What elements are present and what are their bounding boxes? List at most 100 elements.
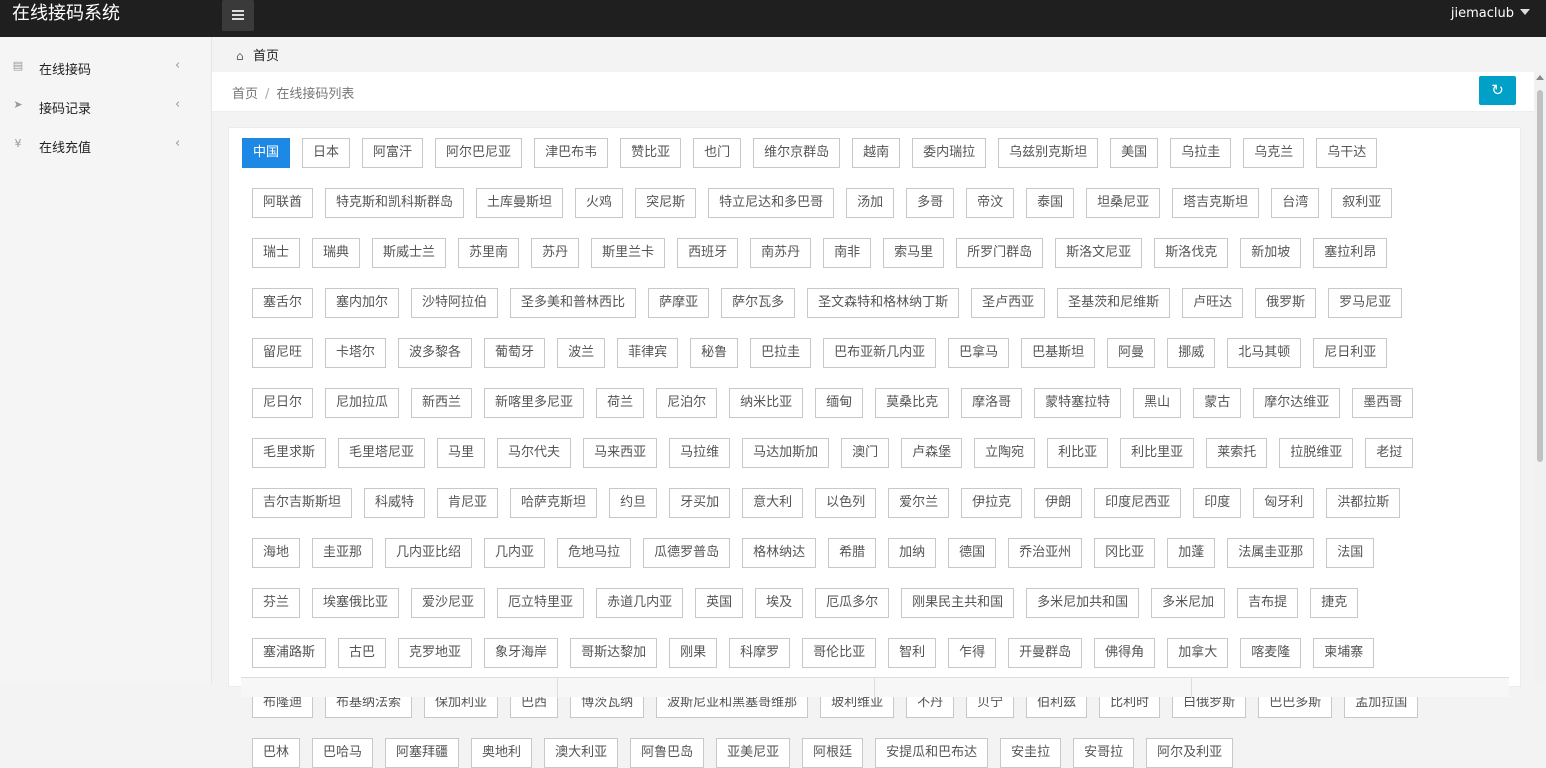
country-button[interactable]: 台湾 <box>1271 188 1320 218</box>
country-button[interactable]: 马拉维 <box>669 438 731 468</box>
country-button[interactable]: 伊拉克 <box>961 488 1023 518</box>
country-button[interactable]: 智利 <box>888 638 937 668</box>
country-button[interactable]: 圣卢西亚 <box>971 288 1046 318</box>
country-button[interactable]: 法属圭亚那 <box>1227 538 1315 568</box>
country-button[interactable]: 尼日利亚 <box>1313 338 1388 368</box>
country-button[interactable]: 帝汶 <box>966 188 1015 218</box>
country-button[interactable]: 叙利亚 <box>1331 188 1393 218</box>
country-button[interactable]: 瓜德罗普岛 <box>643 538 731 568</box>
country-button[interactable]: 突尼斯 <box>635 188 697 218</box>
country-button[interactable]: 黑山 <box>1133 388 1182 418</box>
country-button[interactable]: 芬兰 <box>252 588 301 618</box>
country-button[interactable]: 阿尔及利亚 <box>1146 738 1234 768</box>
country-button[interactable]: 拉脱维亚 <box>1279 438 1354 468</box>
country-button[interactable]: 乌干达 <box>1316 138 1378 168</box>
country-button[interactable]: 利比里亚 <box>1120 438 1195 468</box>
country-button[interactable]: 喀麦隆 <box>1240 638 1302 668</box>
country-button[interactable]: 塞浦路斯 <box>252 638 327 668</box>
country-button[interactable]: 象牙海岸 <box>484 638 559 668</box>
country-button[interactable]: 卢森堡 <box>901 438 963 468</box>
country-button[interactable]: 维尔京群岛 <box>753 138 841 168</box>
country-button[interactable]: 利比亚 <box>1047 438 1109 468</box>
country-button[interactable]: 厄立特里亚 <box>497 588 585 618</box>
country-button[interactable]: 俄罗斯 <box>1255 288 1317 318</box>
country-button[interactable]: 墨西哥 <box>1352 388 1414 418</box>
country-button[interactable]: 加蓬 <box>1167 538 1216 568</box>
scroll-up-icon[interactable] <box>1536 75 1544 80</box>
country-button[interactable]: 哥斯达黎加 <box>570 638 658 668</box>
country-button[interactable]: 所罗门群岛 <box>956 238 1044 268</box>
country-button[interactable]: 圣多美和普林西比 <box>510 288 637 318</box>
country-button[interactable]: 塞拉利昂 <box>1313 238 1388 268</box>
country-button[interactable]: 秘鲁 <box>690 338 739 368</box>
country-button[interactable]: 美国 <box>1110 138 1159 168</box>
country-button[interactable]: 几内亚 <box>484 538 546 568</box>
menu-toggle-button[interactable] <box>222 0 254 31</box>
country-button[interactable]: 安哥拉 <box>1073 738 1135 768</box>
country-button[interactable]: 火鸡 <box>575 188 624 218</box>
country-button[interactable]: 海地 <box>252 538 301 568</box>
country-button[interactable]: 斯洛伐克 <box>1154 238 1229 268</box>
country-button[interactable]: 马里 <box>437 438 486 468</box>
country-button[interactable]: 柬埔寨 <box>1313 638 1375 668</box>
country-button[interactable]: 南非 <box>823 238 872 268</box>
country-button[interactable]: 爱沙尼亚 <box>411 588 486 618</box>
country-button[interactable]: 泰国 <box>1026 188 1075 218</box>
country-button[interactable]: 毛里求斯 <box>252 438 327 468</box>
country-button[interactable]: 乌兹别克斯坦 <box>998 138 1099 168</box>
country-button[interactable]: 危地马拉 <box>557 538 632 568</box>
country-button[interactable]: 荷兰 <box>596 388 645 418</box>
country-button[interactable]: 哥伦比亚 <box>802 638 877 668</box>
country-button[interactable]: 沙特阿拉伯 <box>411 288 499 318</box>
country-button[interactable]: 纳米比亚 <box>729 388 804 418</box>
country-button[interactable]: 越南 <box>852 138 901 168</box>
country-button[interactable]: 佛得角 <box>1094 638 1156 668</box>
country-button[interactable]: 阿鲁巴岛 <box>630 738 705 768</box>
country-button[interactable]: 尼日尔 <box>252 388 314 418</box>
country-button[interactable]: 科威特 <box>364 488 426 518</box>
country-button[interactable]: 马尔代夫 <box>497 438 572 468</box>
country-button[interactable]: 意大利 <box>742 488 804 518</box>
country-button[interactable]: 伊朗 <box>1034 488 1083 518</box>
country-button[interactable]: 蒙特塞拉特 <box>1034 388 1122 418</box>
refresh-button[interactable]: ↻ <box>1479 76 1516 105</box>
country-button[interactable]: 开曼群岛 <box>1008 638 1083 668</box>
country-button[interactable]: 以色列 <box>815 488 877 518</box>
tab-home[interactable]: ⌂ 首页 <box>236 45 279 64</box>
country-button[interactable]: 苏丹 <box>531 238 580 268</box>
country-button[interactable]: 波多黎各 <box>398 338 473 368</box>
country-button[interactable]: 阿尔巴尼亚 <box>435 138 523 168</box>
country-button[interactable]: 萨尔瓦多 <box>721 288 796 318</box>
country-button[interactable]: 安圭拉 <box>1000 738 1062 768</box>
country-button[interactable]: 特克斯和凯科斯群岛 <box>325 188 465 218</box>
country-button[interactable]: 加拿大 <box>1167 638 1229 668</box>
country-button[interactable]: 毛里塔尼亚 <box>338 438 426 468</box>
country-button[interactable]: 罗马尼亚 <box>1328 288 1403 318</box>
country-button[interactable]: 中国 <box>242 138 291 168</box>
country-button[interactable]: 汤加 <box>846 188 895 218</box>
country-button[interactable]: 苏里南 <box>458 238 520 268</box>
country-button[interactable]: 印度 <box>1193 488 1242 518</box>
country-button[interactable]: 澳大利亚 <box>544 738 619 768</box>
country-button[interactable]: 亚美尼亚 <box>716 738 791 768</box>
country-button[interactable]: 摩洛哥 <box>961 388 1023 418</box>
country-button[interactable]: 卢旺达 <box>1182 288 1244 318</box>
country-button[interactable]: 捷克 <box>1310 588 1359 618</box>
country-button[interactable]: 加纳 <box>888 538 937 568</box>
country-button[interactable]: 克罗地亚 <box>398 638 473 668</box>
country-button[interactable]: 爱尔兰 <box>888 488 950 518</box>
country-button[interactable]: 塔吉克斯坦 <box>1172 188 1260 218</box>
country-button[interactable]: 巴林 <box>252 738 301 768</box>
country-button[interactable]: 乍得 <box>948 638 997 668</box>
country-button[interactable]: 莫桑比克 <box>875 388 950 418</box>
country-button[interactable]: 安提瓜和巴布达 <box>875 738 989 768</box>
country-button[interactable]: 圭亚那 <box>312 538 374 568</box>
country-button[interactable]: 老挝 <box>1365 438 1414 468</box>
country-button[interactable]: 牙买加 <box>669 488 731 518</box>
country-button[interactable]: 印度尼西亚 <box>1094 488 1182 518</box>
country-button[interactable]: 南苏丹 <box>750 238 812 268</box>
country-button[interactable]: 尼泊尔 <box>656 388 718 418</box>
country-button[interactable]: 斯威士兰 <box>372 238 447 268</box>
country-button[interactable]: 卡塔尔 <box>325 338 387 368</box>
sidebar-item-recharge[interactable]: ¥ 在线充值 ‹ <box>0 130 212 160</box>
